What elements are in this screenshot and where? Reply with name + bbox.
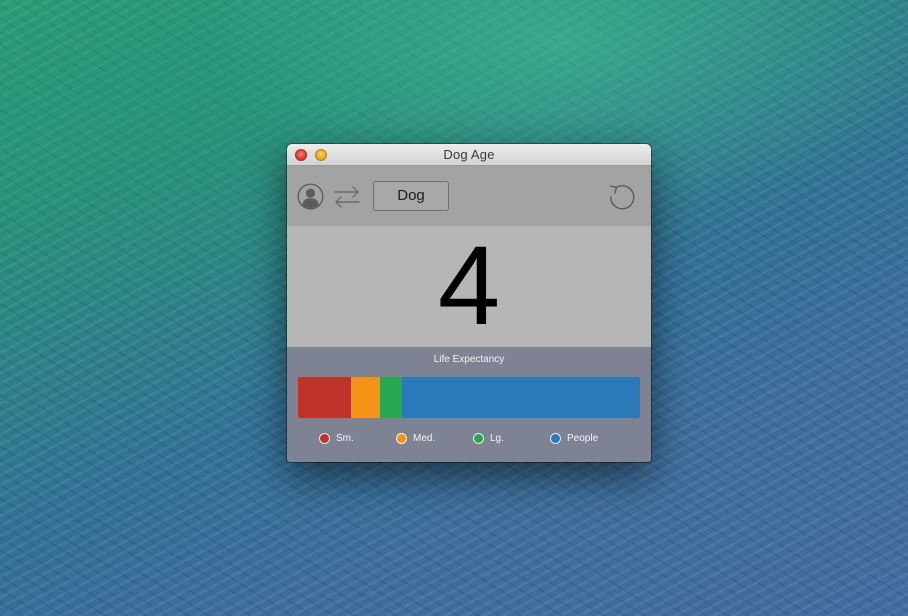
life-expectancy-title: Life Expectancy <box>433 354 505 365</box>
legend-dot-large <box>473 433 484 444</box>
bar-segment-large <box>380 377 403 418</box>
age-display-panel: 4 <box>287 223 651 348</box>
bar-segment-people <box>402 377 640 418</box>
toolbar: Dog <box>287 166 651 226</box>
person-button[interactable] <box>297 183 324 210</box>
legend-label-small: Sm. <box>336 433 354 444</box>
reset-icon <box>609 185 635 210</box>
life-expectancy-bar <box>298 377 640 418</box>
life-expectancy-panel: Life Expectancy Sm. Med. Lg. People <box>287 347 651 462</box>
bar-segment-small <box>298 377 351 418</box>
legend-label-people: People <box>567 433 599 444</box>
legend-dot-medium <box>396 433 407 444</box>
swap-arrows-icon <box>334 186 360 208</box>
desktop-background: Dog Age Dog 4 Life Expectancy Sm. Med. L… <box>0 0 908 616</box>
title-bar[interactable]: Dog Age <box>287 144 651 166</box>
age-value: 4 <box>437 223 501 348</box>
reset-button[interactable] <box>607 181 637 211</box>
legend: Sm. Med. Lg. People <box>287 432 651 448</box>
window-title: Dog Age <box>443 147 495 162</box>
legend-label-large: Lg. <box>490 433 504 444</box>
legend-dot-small <box>319 433 330 444</box>
animal-mode-button[interactable]: Dog <box>373 181 449 211</box>
legend-dot-people <box>550 433 561 444</box>
bar-segment-medium <box>351 377 381 418</box>
person-icon <box>297 183 324 210</box>
dog-age-window: Dog Age Dog 4 Life Expectancy Sm. Med. L… <box>287 144 651 462</box>
swap-button[interactable] <box>333 185 361 209</box>
legend-label-medium: Med. <box>413 433 436 444</box>
